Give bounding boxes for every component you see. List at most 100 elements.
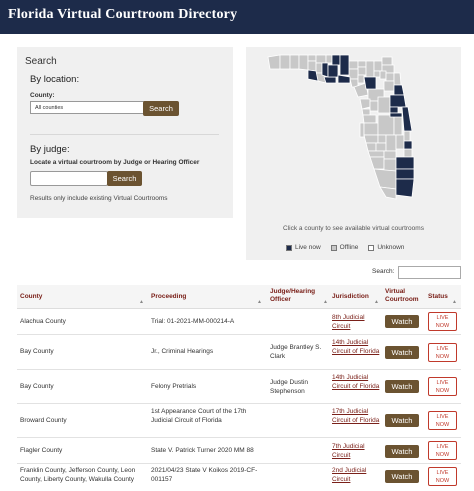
county-hillsborough[interactable] xyxy=(363,122,379,136)
jurisdiction-link[interactable]: 14th Judicial Circuit of Florida xyxy=(332,374,380,391)
county-monroe[interactable] xyxy=(379,186,397,200)
county-alachua-live[interactable] xyxy=(363,76,377,90)
county-polk[interactable] xyxy=(377,114,395,136)
watch-button[interactable]: Watch xyxy=(385,414,419,427)
jurisdiction-link[interactable]: 8th Judicial Circuit xyxy=(332,314,380,331)
county-hardee[interactable] xyxy=(377,134,387,144)
sort-icon[interactable]: ▲ xyxy=(257,299,262,305)
county-seminole-live[interactable] xyxy=(389,106,399,114)
legend-item-offline: Offline xyxy=(330,244,358,251)
county-volusia-live[interactable] xyxy=(389,94,407,108)
column-header-virtual-courtroom[interactable]: Virtual Courtroom xyxy=(385,288,425,304)
county-highlands[interactable] xyxy=(385,134,397,152)
county-gilchrist[interactable] xyxy=(357,74,365,84)
county-wakulla-live[interactable] xyxy=(327,64,339,78)
county-search-button[interactable]: Search xyxy=(143,101,179,116)
county-bay-live[interactable] xyxy=(307,69,319,82)
by-location-heading: By location: xyxy=(30,74,80,85)
county-martin[interactable] xyxy=(403,148,413,158)
county-madison[interactable] xyxy=(348,60,359,70)
county-putnam[interactable] xyxy=(383,80,395,92)
county-lee[interactable] xyxy=(369,156,385,170)
county-walton[interactable] xyxy=(298,54,309,71)
watch-button[interactable]: Watch xyxy=(385,470,419,483)
county-charlotte[interactable] xyxy=(367,150,385,158)
county-taylor-live[interactable] xyxy=(337,74,351,84)
county-desoto[interactable] xyxy=(375,142,387,152)
county-okaloosa[interactable] xyxy=(289,54,300,70)
county-select[interactable]: All counties ▾ xyxy=(30,101,158,114)
status-badge: LIVE NOW xyxy=(428,441,457,460)
county-pasco[interactable] xyxy=(362,114,377,124)
county-pinellas[interactable] xyxy=(359,122,365,138)
county-suwannee[interactable] xyxy=(357,66,367,76)
county-liberty-live[interactable] xyxy=(321,62,329,78)
county-select-value: All counties xyxy=(35,105,64,111)
watch-button[interactable]: Watch xyxy=(385,346,419,359)
table-row: Bay County Felony Pretrials Judge Dustin… xyxy=(17,370,461,404)
county-jackson[interactable] xyxy=(315,54,327,64)
table-row: Bay County Jr., Criminal Hearings Judge … xyxy=(17,335,461,370)
county-glades[interactable] xyxy=(383,150,397,160)
county-miami-dade-live[interactable] xyxy=(395,178,415,198)
column-header-county[interactable]: County xyxy=(20,293,42,301)
county-jefferson-live[interactable] xyxy=(339,54,350,76)
county-osceola[interactable] xyxy=(393,114,403,136)
legend-label: Live now xyxy=(295,244,321,251)
county-sumter[interactable] xyxy=(369,100,379,112)
county-lake[interactable] xyxy=(377,96,391,114)
column-header-judge[interactable]: Judge/Hearing Officer xyxy=(270,288,322,304)
column-header-status[interactable]: Status xyxy=(428,293,448,301)
watch-button[interactable]: Watch xyxy=(385,380,419,393)
county-columbia[interactable] xyxy=(365,60,375,78)
county-hendry[interactable] xyxy=(383,158,397,172)
county-santa-rosa[interactable] xyxy=(279,54,291,70)
site-header: Florida Virtual Courtroom Directory xyxy=(0,0,474,34)
judge-search-button[interactable]: Search xyxy=(107,171,142,186)
county-leon-live[interactable] xyxy=(331,54,341,66)
jurisdiction-link[interactable]: 7th Judicial Circuit xyxy=(332,443,380,460)
county-clay[interactable] xyxy=(385,72,395,82)
county-sarasota[interactable] xyxy=(365,142,377,152)
jurisdiction-link[interactable]: 14th Judicial Circuit of Florida xyxy=(332,339,380,356)
county-gadsden[interactable] xyxy=(325,54,333,64)
county-flagler-live[interactable] xyxy=(393,84,405,96)
county-calhoun[interactable] xyxy=(315,62,323,74)
sort-icon[interactable]: ▲ xyxy=(374,299,379,305)
jurisdiction-link[interactable]: 2nd Judicial Circuit xyxy=(332,467,380,484)
county-franklin-live[interactable] xyxy=(323,76,337,84)
florida-county-map[interactable] xyxy=(246,47,461,227)
county-indian-river[interactable] xyxy=(403,130,411,142)
county-hamilton[interactable] xyxy=(357,60,367,68)
county-hernando[interactable] xyxy=(361,108,371,116)
sort-icon[interactable]: ▲ xyxy=(323,299,328,305)
judge-search-input[interactable] xyxy=(30,171,108,186)
county-brevard-live[interactable] xyxy=(401,106,413,132)
county-holmes[interactable] xyxy=(307,54,317,62)
status-badge: LIVE NOW xyxy=(428,377,457,396)
county-bradford[interactable] xyxy=(379,70,387,80)
sort-icon[interactable]: ▲ xyxy=(452,299,457,305)
jurisdiction-link[interactable]: 17th Judicial Circuit of Florida xyxy=(332,408,380,425)
county-palm-beach-live[interactable] xyxy=(395,156,415,170)
county-baker[interactable] xyxy=(373,60,383,72)
county-nassau[interactable] xyxy=(381,56,393,66)
cell-proceeding: Felony Pretrials xyxy=(151,383,197,390)
table-search-input[interactable] xyxy=(398,266,461,279)
column-header-jurisdiction[interactable]: Jurisdiction xyxy=(332,293,369,301)
county-st-lucie-live[interactable] xyxy=(403,140,413,150)
sort-icon[interactable]: ▲ xyxy=(139,299,144,305)
watch-button[interactable]: Watch xyxy=(385,315,419,328)
county-broward-live[interactable] xyxy=(395,168,415,180)
county-collier[interactable] xyxy=(373,168,397,190)
county-orange-live[interactable] xyxy=(389,112,403,118)
county-st-johns[interactable] xyxy=(393,72,402,86)
county-escambia[interactable] xyxy=(267,54,281,70)
county-citrus[interactable] xyxy=(359,98,371,110)
county-manatee[interactable] xyxy=(363,134,379,144)
county-okeechobee[interactable] xyxy=(395,134,405,150)
watch-button[interactable]: Watch xyxy=(385,445,419,458)
column-header-proceeding[interactable]: Proceeding xyxy=(151,293,186,301)
county-washington[interactable] xyxy=(307,60,317,72)
county-union[interactable] xyxy=(373,70,381,78)
